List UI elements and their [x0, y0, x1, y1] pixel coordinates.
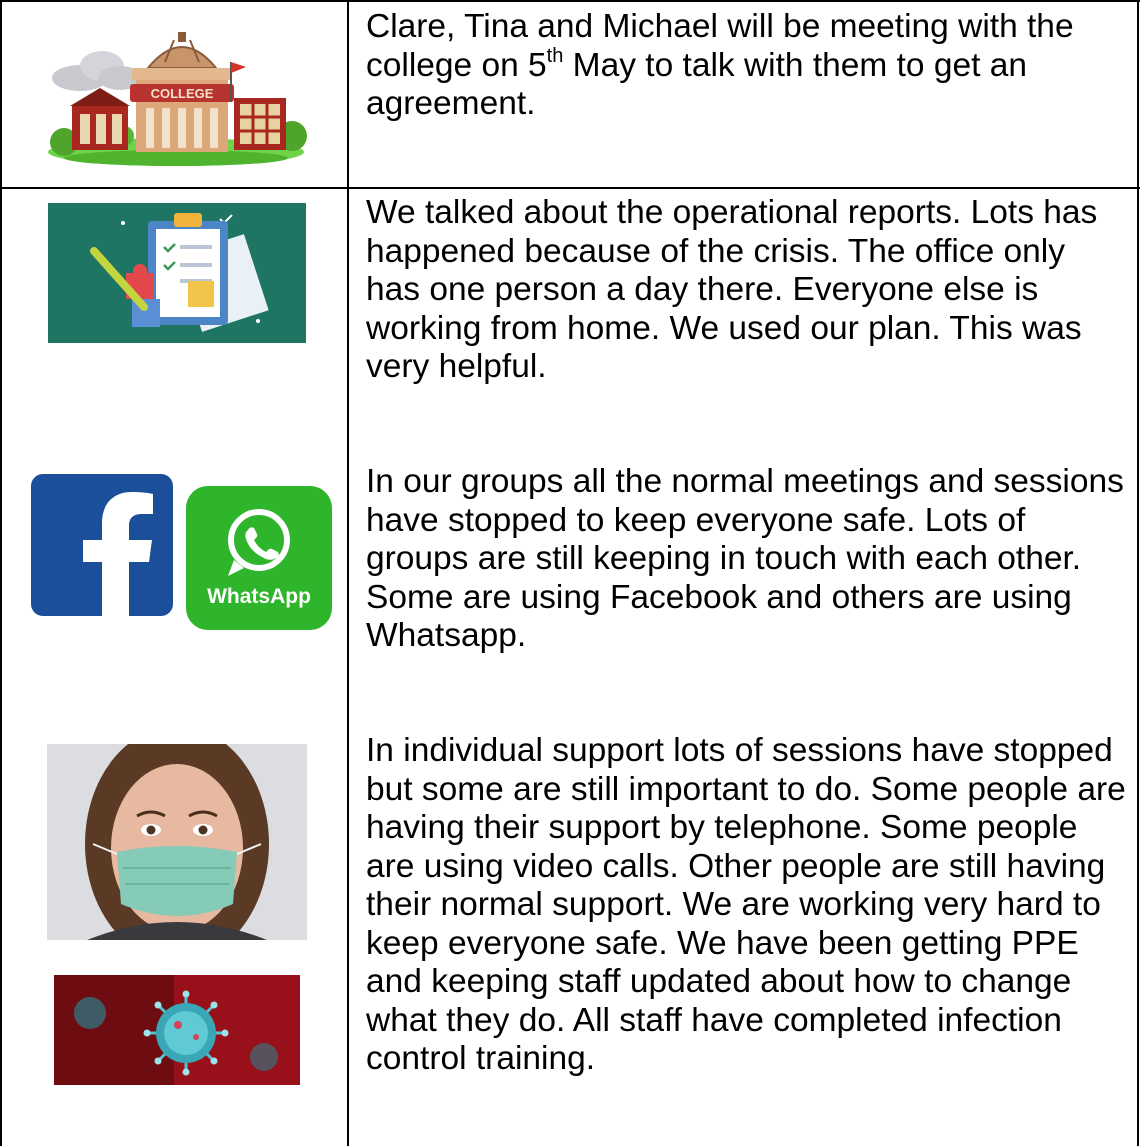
operational-reports-text: We talked about the operational reports.… — [366, 194, 1098, 385]
groups-update-text: In our groups all the normal meetings an… — [366, 463, 1124, 654]
woman-mask-photo — [47, 744, 307, 940]
virus-image — [54, 975, 300, 1085]
row-college-image-cell: COLLEGE — [2, 2, 347, 187]
facebook-logo-icon — [31, 474, 173, 616]
document-table: COLLEGE Clare, Tina and Michael will be … — [0, 0, 1140, 1146]
college-banner-label: COLLEGE — [151, 86, 214, 101]
row-college-text-cell: Clare, Tina and Michael will be meeting … — [349, 2, 1137, 187]
ordinal-suffix: th — [546, 44, 564, 67]
whatsapp-logo: WhatsApp — [186, 486, 332, 630]
row-updates-text-cell: We talked about the operational reports.… — [349, 189, 1137, 1146]
row-updates-image-cell: WhatsApp — [2, 189, 347, 1146]
individual-support-text: In individual support lots of sessions h… — [366, 732, 1126, 1077]
whatsapp-label: WhatsApp — [207, 585, 311, 608]
college-illustration: COLLEGE — [48, 32, 307, 166]
clipboard-reports-icon — [48, 203, 306, 343]
whatsapp-logo-icon — [228, 509, 290, 576]
college-meeting-text: Clare, Tina and Michael will be meeting … — [366, 8, 1074, 122]
table-border-right — [1137, 0, 1139, 1146]
